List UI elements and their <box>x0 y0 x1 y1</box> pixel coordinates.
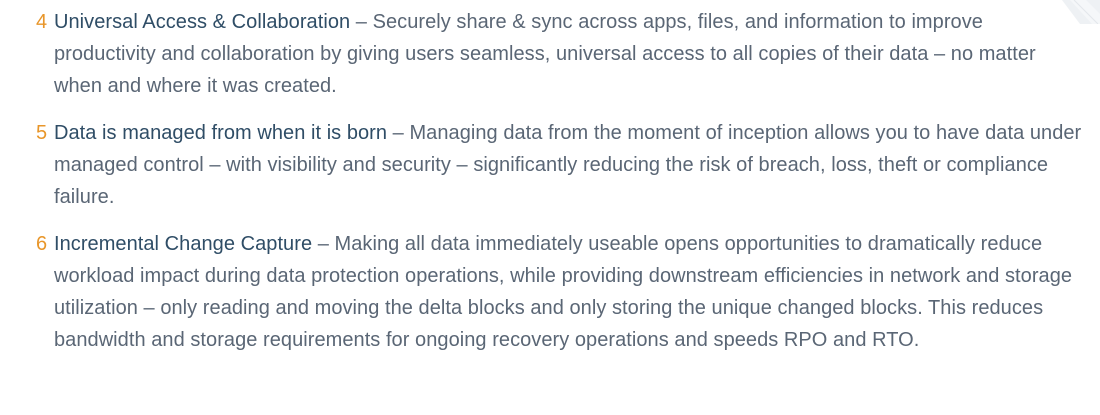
item-number: 5 <box>36 122 48 144</box>
item-title: Universal Access & Collaboration <box>54 11 351 33</box>
item-title: Incremental Change Capture <box>54 233 313 255</box>
item-number: 4 <box>36 11 48 33</box>
numbered-feature-list: 4 Universal Access & Collaboration – Sec… <box>36 0 1086 371</box>
item-number: 6 <box>36 233 48 255</box>
item-separator: – <box>312 233 335 255</box>
item-separator: – <box>387 122 410 144</box>
list-item-4: 4 Universal Access & Collaboration – Sec… <box>36 6 1086 102</box>
list-item-5: 5 Data is managed from when it is born –… <box>36 117 1086 213</box>
item-separator: – <box>350 11 373 33</box>
list-item-6: 6 Incremental Change Capture – Making al… <box>36 228 1086 356</box>
item-title: Data is managed from when it is born <box>54 122 388 144</box>
